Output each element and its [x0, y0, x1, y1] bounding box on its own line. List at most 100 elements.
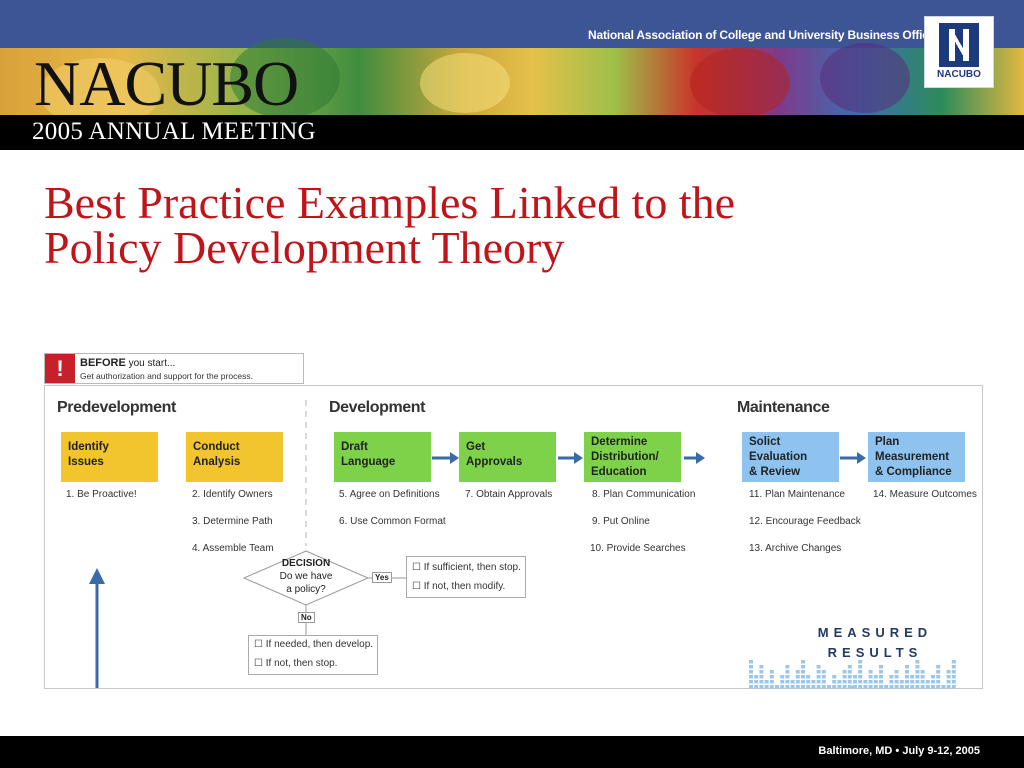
results-bar-cell — [759, 680, 764, 684]
results-bar-cell — [806, 680, 811, 684]
results-bar-cell — [847, 680, 852, 684]
results-bar-cell — [894, 675, 899, 679]
results-bar-cell — [842, 675, 847, 679]
yes-options-box: ☐ If sufficient, then stop. ☐ If not, th… — [406, 556, 526, 598]
results-bar-cell — [884, 685, 889, 689]
results-bar-cell — [795, 675, 800, 679]
option-item: ☐ If not, then stop. — [254, 658, 338, 669]
measured-results-bars — [749, 660, 956, 689]
results-bar-cell — [873, 680, 878, 684]
before-text: Get authorization and support for the pr… — [80, 371, 253, 381]
results-bar-cell — [801, 670, 805, 674]
option-text: If not, then stop. — [265, 658, 338, 669]
results-bar-cell — [832, 680, 837, 684]
step-line: Draft — [341, 441, 368, 453]
step-line: Get — [466, 441, 486, 453]
list-item: 3. Determine Path — [192, 516, 273, 527]
results-bar-cell — [868, 685, 873, 689]
results-bar-cell — [920, 685, 925, 689]
slide-title: Best Practice Examples Linked to the Pol… — [44, 180, 944, 271]
results-bar-cell — [863, 680, 868, 684]
phase-development: Development — [329, 399, 426, 416]
option-text: If not, then modify. — [423, 581, 506, 592]
results-bar-cell — [946, 675, 951, 679]
results-bar-cell — [873, 675, 878, 679]
results-bar-cell — [801, 680, 805, 684]
results-bar-cell — [879, 675, 883, 679]
results-bar-cell — [931, 685, 935, 689]
results-bar-cell — [873, 685, 878, 689]
results-bar-cell — [780, 680, 785, 684]
results-bar-cell — [785, 675, 790, 679]
step-line: Conduct — [193, 441, 240, 453]
list-item: 8. Plan Communication — [592, 489, 696, 500]
results-bar-cell — [749, 670, 753, 674]
decision-title: DECISION — [281, 558, 331, 569]
results-bar-cell — [910, 675, 915, 679]
list-item: 12. Encourage Feedback — [749, 516, 861, 527]
results-bar-cell — [931, 675, 935, 679]
step-conduct-analysis: Conduct Analysis — [186, 432, 283, 482]
results-bar-cell — [905, 665, 909, 669]
list-item: 5. Agree on Definitions — [339, 489, 440, 500]
results-bar-cell — [858, 675, 863, 679]
arrow-head-4-5 — [574, 452, 583, 464]
results-bar-cell — [951, 685, 956, 689]
results-bar-cell — [910, 680, 915, 684]
list-item: 7. Obtain Approvals — [465, 489, 553, 500]
results-bar-cell — [915, 680, 920, 684]
results-bar-cell — [816, 665, 821, 669]
results-bar-cell — [936, 685, 941, 689]
annual-meeting-label: 2005 ANNUAL MEETING — [32, 118, 316, 145]
results-bar-cell — [868, 680, 873, 684]
before-heading: BEFORE you start... — [80, 357, 175, 369]
results-bar-cell — [879, 665, 883, 669]
decision-line-1: Do we have — [279, 571, 333, 582]
results-bar-cell — [889, 685, 894, 689]
results-bar-cell — [769, 675, 774, 679]
results-bar-cell — [946, 670, 951, 674]
results-bar-cell — [811, 685, 816, 689]
arrow-head-5-out — [696, 452, 705, 464]
results-bar-cell — [806, 685, 811, 689]
option-text: If sufficient, then stop. — [423, 562, 521, 573]
results-bar-cell — [905, 685, 909, 689]
before-heading-strong: BEFORE — [80, 357, 126, 369]
results-bar-cell — [868, 670, 873, 674]
results-bar-cell — [827, 685, 831, 689]
results-bar-cell — [759, 670, 764, 674]
step-line: Approvals — [466, 456, 523, 468]
yes-label: Yes — [372, 572, 392, 583]
results-bar-cell — [925, 685, 930, 689]
results-bar-cell — [951, 670, 956, 674]
results-bar-cell — [915, 660, 920, 664]
results-bar-cell — [842, 670, 847, 674]
results-bar-cell — [785, 680, 790, 684]
before-box: ! BEFORE you start... Get authorization … — [44, 353, 304, 384]
policy-diagram: Predevelopment Development Maintenance I… — [44, 385, 983, 689]
results-bar-cell — [951, 680, 956, 684]
results-bar-cell — [853, 675, 857, 679]
results-bar-cell — [749, 675, 753, 679]
results-bar-cell — [946, 680, 951, 684]
results-bar-cell — [847, 675, 852, 679]
results-bar-cell — [905, 670, 909, 674]
step-line: Determine — [591, 436, 648, 448]
results-bar-cell — [816, 680, 821, 684]
results-bar-cell — [821, 680, 826, 684]
results-bar-cell — [915, 675, 920, 679]
results-bar-cell — [801, 665, 805, 669]
feedback-arrow-head — [89, 568, 105, 584]
results-bar-cell — [795, 685, 800, 689]
option-text: If needed, then develop. — [265, 639, 374, 650]
step-line: Measurement — [875, 451, 950, 463]
arrow-head-6-7 — [857, 452, 866, 464]
results-bar-cell — [910, 685, 915, 689]
results-bar-cell — [832, 675, 837, 679]
results-bar-cell — [801, 685, 805, 689]
results-bar-cell — [775, 685, 779, 689]
results-bar-cell — [951, 675, 956, 679]
results-bar-cell — [780, 685, 785, 689]
list-item: 13. Archive Changes — [749, 543, 842, 554]
results-bar-cell — [858, 680, 863, 684]
